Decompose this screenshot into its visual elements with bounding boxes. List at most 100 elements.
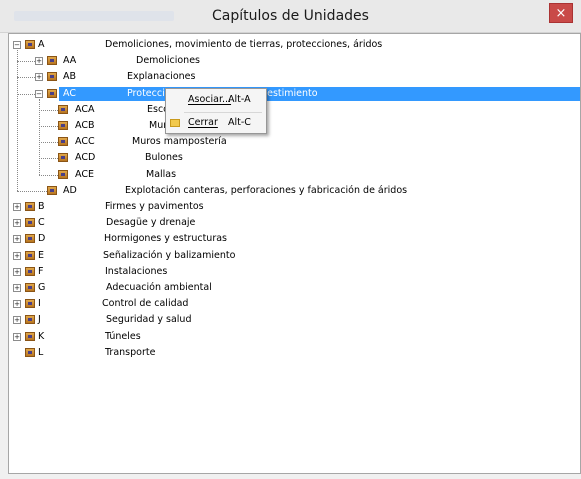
- expand-icon[interactable]: +: [13, 219, 21, 228]
- tree-row[interactable]: + AA Demoliciones: [9, 53, 580, 69]
- node-description: Demoliciones: [136, 55, 200, 67]
- tree-row[interactable]: + D Hormigones y estructuras: [9, 231, 580, 247]
- tree-row[interactable]: ACE Mallas: [9, 167, 580, 183]
- folder-icon: [58, 153, 68, 163]
- node-description: Seguridad y salud: [106, 314, 192, 326]
- tree-connector: [39, 142, 58, 144]
- expand-icon[interactable]: +: [13, 251, 21, 260]
- tree-row[interactable]: + B Firmes y pavimentos: [9, 199, 580, 215]
- node-code: I: [38, 298, 41, 310]
- folder-icon: [58, 137, 68, 147]
- folder-icon: [58, 169, 68, 179]
- tree-row[interactable]: L Transporte: [9, 345, 580, 361]
- folder-icon: [25, 266, 35, 276]
- tree-row[interactable]: ACAEscolleras: [9, 102, 580, 118]
- tree-row[interactable]: AD Explotación canteras, perforaciones y …: [9, 183, 580, 199]
- tree-connector: [17, 50, 18, 191]
- tree-row[interactable]: ACC Muros mampostería: [9, 134, 580, 150]
- node-code: G: [38, 282, 46, 293]
- title-bar: Capítulos de Unidades ×: [0, 0, 581, 33]
- node-description: Bulones: [145, 152, 183, 164]
- chapter-tree[interactable]: − A Demoliciones, movimiento de tierras, p…: [8, 33, 581, 474]
- node-description: Explotación canteras, perforaciones y fa…: [125, 184, 408, 196]
- node-code: F: [38, 265, 44, 277]
- expand-icon[interactable]: +: [13, 235, 21, 244]
- folder-icon: [58, 121, 68, 130]
- tree-row[interactable]: ACD Bulones: [9, 150, 580, 166]
- expand-icon[interactable]: +: [13, 267, 21, 276]
- node-description: Adecuación ambiental: [106, 282, 212, 293]
- tree-row[interactable]: + C Desagüe y drenaje: [9, 215, 580, 231]
- folder-icon: [25, 331, 35, 341]
- node-description: Control de calidad: [102, 298, 189, 310]
- folder-icon: [25, 218, 35, 228]
- node-code: D: [38, 233, 46, 245]
- tree-connector: [17, 77, 35, 79]
- node-code: AC: [63, 87, 76, 99]
- expand-icon[interactable]: +: [35, 73, 43, 82]
- node-code: ACA: [75, 103, 95, 115]
- node-description: Señalización y balizamiento: [103, 249, 236, 261]
- node-description: Mallas: [146, 168, 177, 180]
- folder-icon: [25, 283, 35, 292]
- node-description: Demoliciones, movimiento de tierras, pro…: [105, 39, 383, 50]
- tree-row[interactable]: − A Demoliciones, movimiento de tierras, p…: [9, 37, 580, 53]
- tree-connector: [39, 126, 58, 127]
- folder-icon: [47, 88, 57, 98]
- expand-icon[interactable]: +: [13, 203, 21, 211]
- tree-connector: [17, 190, 47, 192]
- tree-row[interactable]: + J Seguridad y salud: [9, 312, 580, 328]
- menu-item-cerrar[interactable]: Cerrar Alt-C: [166, 114, 266, 132]
- tree-connector: [17, 61, 35, 63]
- expand-icon[interactable]: +: [13, 300, 21, 309]
- tree-row[interactable]: + F Instalaciones: [9, 264, 580, 280]
- expand-icon[interactable]: +: [13, 284, 21, 292]
- folder-icon: [47, 72, 57, 82]
- folder-icon: [58, 104, 68, 114]
- node-code: AB: [63, 71, 77, 83]
- collapse-icon[interactable]: −: [13, 41, 21, 49]
- expand-icon[interactable]: +: [13, 332, 21, 341]
- tree-row[interactable]: + E Señalización y balizamiento: [9, 248, 580, 264]
- node-code: B: [38, 201, 45, 212]
- tree-row[interactable]: + G Adecuación ambiental: [9, 280, 580, 296]
- tree-row[interactable]: + K Túneles: [9, 329, 580, 345]
- folder-icon: [47, 185, 57, 195]
- tree-row[interactable]: −ACProtecciones en taludes y revestimien…: [9, 86, 580, 102]
- node-description: Túneles: [105, 330, 141, 342]
- node-code: A: [38, 39, 45, 50]
- dialog-window: Capítulos de Unidades × − A Demoliciones, …: [0, 0, 581, 479]
- menu-item-cerrar-label: Cerrar: [188, 117, 218, 128]
- menu-item-cerrar-shortcut: Alt-C: [228, 117, 251, 128]
- tree-connector: [39, 174, 58, 176]
- node-code: AD: [63, 184, 77, 196]
- tree-row[interactable]: + AB Explanaciones: [9, 69, 580, 85]
- menu-item-asociar-label: Asociar...: [188, 94, 232, 105]
- expand-icon[interactable]: +: [13, 316, 21, 325]
- node-description: Muros mampostería: [132, 136, 227, 148]
- menu-item-asociar[interactable]: Asociar... Alt-A: [166, 91, 266, 109]
- tree-row[interactable]: ACB Muros: [9, 118, 580, 134]
- node-code: ACC: [75, 136, 95, 148]
- close-button[interactable]: ×: [549, 3, 573, 23]
- folder-icon: [25, 234, 35, 244]
- collapse-icon[interactable]: −: [35, 89, 43, 98]
- tree-row[interactable]: + I Control de calidad: [9, 296, 580, 312]
- node-code: ACB: [75, 120, 95, 131]
- folder-icon: [25, 250, 35, 260]
- folder-icon: [25, 202, 35, 211]
- expand-icon[interactable]: +: [35, 57, 43, 66]
- node-code: E: [38, 249, 45, 261]
- window-title: Capítulos de Unidades: [212, 8, 369, 24]
- node-code: AA: [63, 55, 77, 67]
- node-description: Firmes y pavimentos: [105, 201, 204, 212]
- node-description: Instalaciones: [105, 265, 168, 277]
- folder-icon: [170, 119, 180, 127]
- tree-connector: [17, 93, 35, 95]
- folder-icon: [47, 56, 57, 66]
- context-menu: Asociar... Alt-A Cerrar Alt-C: [165, 88, 267, 134]
- node-description: Desagüe y drenaje: [106, 217, 196, 229]
- folder-icon: [25, 315, 35, 325]
- node-code: K: [38, 330, 45, 342]
- node-description: Hormigones y estructuras: [104, 233, 227, 245]
